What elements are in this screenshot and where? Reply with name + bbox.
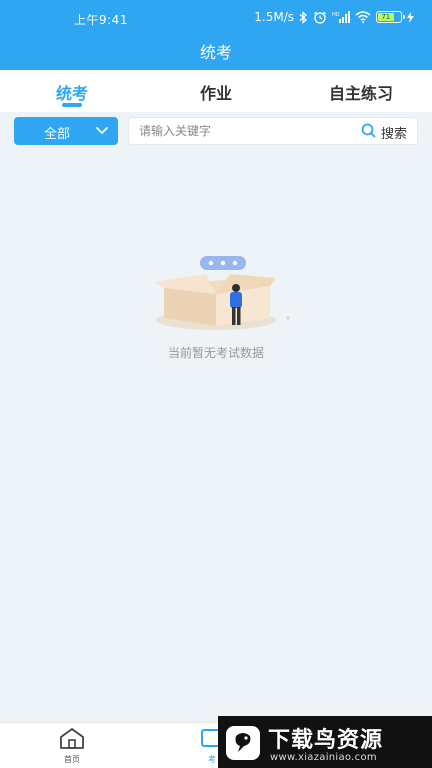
watermark-text: 下载鸟资源 [268, 728, 384, 753]
empty-state-message: 当前暂无考试数据 [167, 346, 264, 360]
search-input[interactable] [139, 122, 349, 140]
filter-dropdown[interactable]: 全部 [14, 117, 118, 145]
chevron-down-icon [96, 125, 108, 135]
nav-label-home: 首页 [64, 755, 80, 764]
search-button-label: 搜索 [380, 127, 407, 142]
nav-item-home[interactable]: 首页 [52, 727, 92, 765]
filter-selected-label: 全部 [44, 127, 71, 142]
battery-level: 71 [378, 13, 394, 21]
watermark-url: www.xiazainiao.com [270, 752, 377, 763]
signal-icon: HD [332, 11, 350, 23]
page-title: 统考 [199, 43, 232, 62]
tab-self-practice[interactable]: 自主练习 [326, 80, 396, 104]
alarm-icon [313, 11, 327, 24]
tab-unified-exam[interactable]: 统考 [54, 80, 90, 104]
status-time: 上午9:41 [74, 13, 128, 27]
battery-icon: 71 [376, 11, 405, 23]
svg-text:HD: HD [332, 12, 340, 18]
tab-active-indicator [62, 103, 82, 107]
home-icon [59, 728, 85, 753]
app-header: 上午9:41 1.5M/s HD 71 统考 [0, 0, 432, 70]
tab-homework[interactable]: 作业 [198, 80, 234, 104]
search-box: 搜索 [128, 117, 418, 145]
charging-icon [407, 11, 414, 23]
watermark-bird-icon [224, 724, 262, 762]
status-bar: 上午9:41 1.5M/s HD 71 [0, 8, 432, 30]
network-speed: 1.5M/s [254, 10, 294, 24]
status-icons: 1.5M/s HD 71 [254, 10, 414, 24]
empty-box-illustration [150, 254, 290, 338]
wifi-icon [355, 11, 371, 23]
watermark-banner: 下载鸟资源 www.xiazainiao.com [218, 716, 432, 768]
search-icon [361, 123, 376, 142]
search-button[interactable]: 搜索 [361, 123, 407, 142]
tab-bar: 统考 作业 自主练习 [0, 70, 432, 112]
bluetooth-icon [299, 10, 308, 24]
